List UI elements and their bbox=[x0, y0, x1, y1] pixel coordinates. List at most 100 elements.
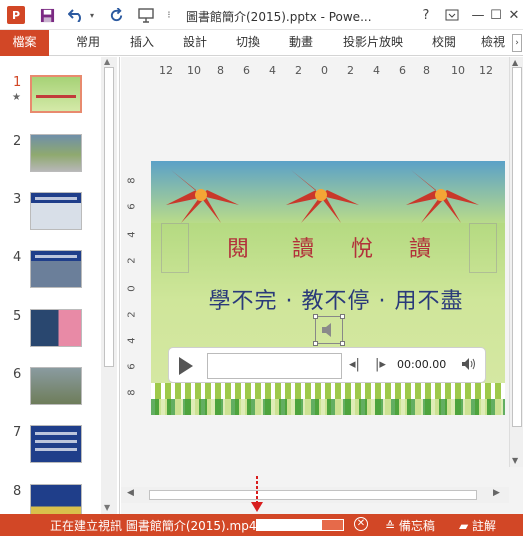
slide-panel-scrollbar[interactable]: ▲ ▼ bbox=[101, 57, 117, 514]
slide-thumbnail-image bbox=[30, 309, 82, 347]
ruler-tick-label: 4 bbox=[126, 231, 138, 238]
ruler-tick-label: 12 bbox=[159, 64, 173, 77]
ruler-tick-label: 8 bbox=[126, 177, 138, 184]
skip-back-icon[interactable]: ◂| bbox=[349, 357, 360, 372]
media-time: 00:00.00 bbox=[397, 358, 447, 371]
slide-number: 2 bbox=[13, 134, 22, 149]
ruler-tick-label: 8 bbox=[217, 64, 224, 77]
undo-dropdown-icon[interactable]: ▾ bbox=[86, 5, 98, 25]
tab-design[interactable]: 設計 bbox=[171, 30, 219, 56]
export-progress-bar bbox=[256, 519, 344, 531]
comment-icon: ▰ bbox=[459, 519, 473, 533]
editor-vertical-scrollbar[interactable]: ▲ ▼ bbox=[509, 57, 523, 467]
comments-button[interactable]: ▰ 註解 bbox=[459, 517, 496, 534]
ruler-tick-label: 10 bbox=[187, 64, 201, 77]
powerpoint-app-icon[interactable]: P bbox=[7, 6, 25, 24]
cancel-export-button[interactable]: ✕ bbox=[354, 517, 368, 531]
tab-insert[interactable]: 插入 bbox=[118, 30, 166, 56]
slide-title-char[interactable]: 讀 bbox=[292, 231, 314, 263]
slide-thumbnail-6[interactable]: 6 bbox=[0, 367, 100, 419]
scrollbar-thumb[interactable] bbox=[512, 67, 522, 427]
speaker-icon bbox=[322, 323, 331, 337]
slide-thumbnail-7[interactable]: 7 bbox=[0, 425, 100, 477]
slide-number: 1 bbox=[13, 75, 22, 90]
scroll-up-arrow-icon[interactable]: ▲ bbox=[512, 58, 518, 67]
vertical-ruler: 8 6 4 2 0 2 4 6 8 bbox=[127, 175, 141, 405]
tab-home[interactable]: 常用 bbox=[64, 30, 112, 56]
ribbon-scroll-right-button[interactable]: › bbox=[512, 34, 522, 52]
ruler-tick-label: 10 bbox=[451, 64, 465, 77]
ruler-tick-label: 4 bbox=[373, 64, 380, 77]
undo-icon[interactable] bbox=[66, 5, 86, 25]
slide-editor: 12 10 8 6 4 2 0 2 4 6 8 10 12 8 6 4 2 0 … bbox=[121, 57, 523, 514]
status-bar: 正在建立視訊 圖書館簡介(2015).mp4 ✕ ≙ 備忘稿 ▰ 註解 bbox=[0, 514, 523, 536]
slide-thumbnail-image bbox=[30, 75, 82, 113]
slide-subtitle[interactable]: 學不完 · 教不停 · 用不盡 bbox=[181, 283, 491, 315]
tab-slideshow[interactable]: 投影片放映 bbox=[334, 30, 412, 56]
ruler-tick-label: 4 bbox=[126, 337, 138, 344]
slide-thumbnail-1[interactable]: 1 ★ bbox=[0, 75, 100, 127]
slide-thumbnail-image bbox=[30, 192, 82, 230]
ruler-tick-label: 2 bbox=[126, 257, 138, 264]
notes-icon: ≙ bbox=[385, 519, 399, 533]
ruler-tick-label: 6 bbox=[243, 64, 250, 77]
slide-thumbnail-image bbox=[30, 425, 82, 463]
play-icon[interactable] bbox=[179, 357, 193, 375]
slide-number: 8 bbox=[13, 484, 22, 499]
ruler-tick-label: 8 bbox=[126, 389, 138, 396]
slide-thumbnail-image bbox=[30, 250, 82, 288]
slide-thumbnail-image bbox=[30, 367, 82, 405]
border-decoration bbox=[151, 399, 505, 415]
tab-view[interactable]: 檢視 bbox=[474, 30, 512, 56]
document-title: 圖書館簡介(2015).pptx - Powe... bbox=[186, 10, 372, 24]
frame-decoration bbox=[469, 223, 497, 273]
ribbon-display-options-icon[interactable] bbox=[438, 0, 466, 30]
redo-icon[interactable] bbox=[106, 5, 126, 25]
quick-access-more-icon[interactable]: ⁝ bbox=[162, 5, 176, 25]
tab-animations[interactable]: 動畫 bbox=[277, 30, 325, 56]
flower-decoration bbox=[166, 170, 239, 223]
slide-thumbnail-4[interactable]: 4 bbox=[0, 250, 100, 302]
tab-transitions[interactable]: 切換 bbox=[224, 30, 272, 56]
notes-button[interactable]: ≙ 備忘稿 bbox=[385, 517, 435, 534]
audio-object-selection[interactable] bbox=[313, 314, 345, 346]
present-from-beginning-icon[interactable] bbox=[136, 5, 156, 25]
flower-decoration bbox=[286, 170, 359, 223]
slide-number: 4 bbox=[13, 250, 22, 265]
scroll-right-arrow-icon[interactable]: ▶ bbox=[493, 488, 500, 498]
editor-horizontal-scrollbar[interactable]: ◀ ▶ bbox=[121, 487, 509, 503]
save-icon[interactable] bbox=[38, 5, 56, 25]
slide-title-char[interactable]: 閱 bbox=[227, 231, 249, 263]
close-button[interactable]: ✕ bbox=[500, 0, 523, 30]
slide-thumbnail-2[interactable]: 2 bbox=[0, 134, 100, 186]
skip-forward-icon[interactable]: |▸ bbox=[375, 357, 386, 372]
scroll-up-arrow-icon[interactable]: ▲ bbox=[104, 57, 110, 66]
frame-decoration bbox=[161, 223, 189, 273]
ruler-tick-label: 6 bbox=[399, 64, 406, 77]
ruler-tick-label: 2 bbox=[126, 311, 138, 318]
help-button[interactable]: ? bbox=[412, 0, 440, 30]
media-progress-track[interactable] bbox=[207, 353, 342, 379]
slide-thumbnail-3[interactable]: 3 bbox=[0, 192, 100, 244]
ruler-tick-label: 2 bbox=[347, 64, 354, 77]
slide-title-char[interactable]: 悅 bbox=[351, 231, 373, 263]
scroll-down-arrow-icon[interactable]: ▼ bbox=[512, 456, 518, 465]
slide-number: 3 bbox=[13, 192, 22, 207]
tab-review[interactable]: 校閱 bbox=[420, 30, 468, 56]
ruler-tick-label: 6 bbox=[126, 203, 138, 210]
volume-icon[interactable] bbox=[461, 357, 477, 375]
current-slide[interactable]: 閱 讀 悅 讀 學不完 · 教不停 · 用不盡 ◂| |▸ 00:00.00 bbox=[151, 161, 505, 415]
animation-star-icon: ★ bbox=[12, 92, 21, 103]
scrollbar-thumb[interactable] bbox=[104, 67, 114, 367]
slide-thumbnail-8[interactable]: 8 bbox=[0, 484, 100, 514]
export-status-text: 正在建立視訊 圖書館簡介(2015).mp4 bbox=[50, 519, 257, 533]
export-progress-fill bbox=[257, 520, 322, 530]
tab-file[interactable]: 檔案 bbox=[0, 30, 49, 56]
slide-thumbnail-5[interactable]: 5 bbox=[0, 309, 100, 361]
scrollbar-thumb[interactable] bbox=[149, 490, 477, 500]
scroll-down-arrow-icon[interactable]: ▼ bbox=[104, 503, 110, 512]
annotation-arrow-icon bbox=[251, 476, 263, 512]
ruler-tick-label: 6 bbox=[126, 363, 138, 370]
scroll-left-arrow-icon[interactable]: ◀ bbox=[127, 488, 134, 498]
slide-title-char[interactable]: 讀 bbox=[409, 231, 431, 263]
